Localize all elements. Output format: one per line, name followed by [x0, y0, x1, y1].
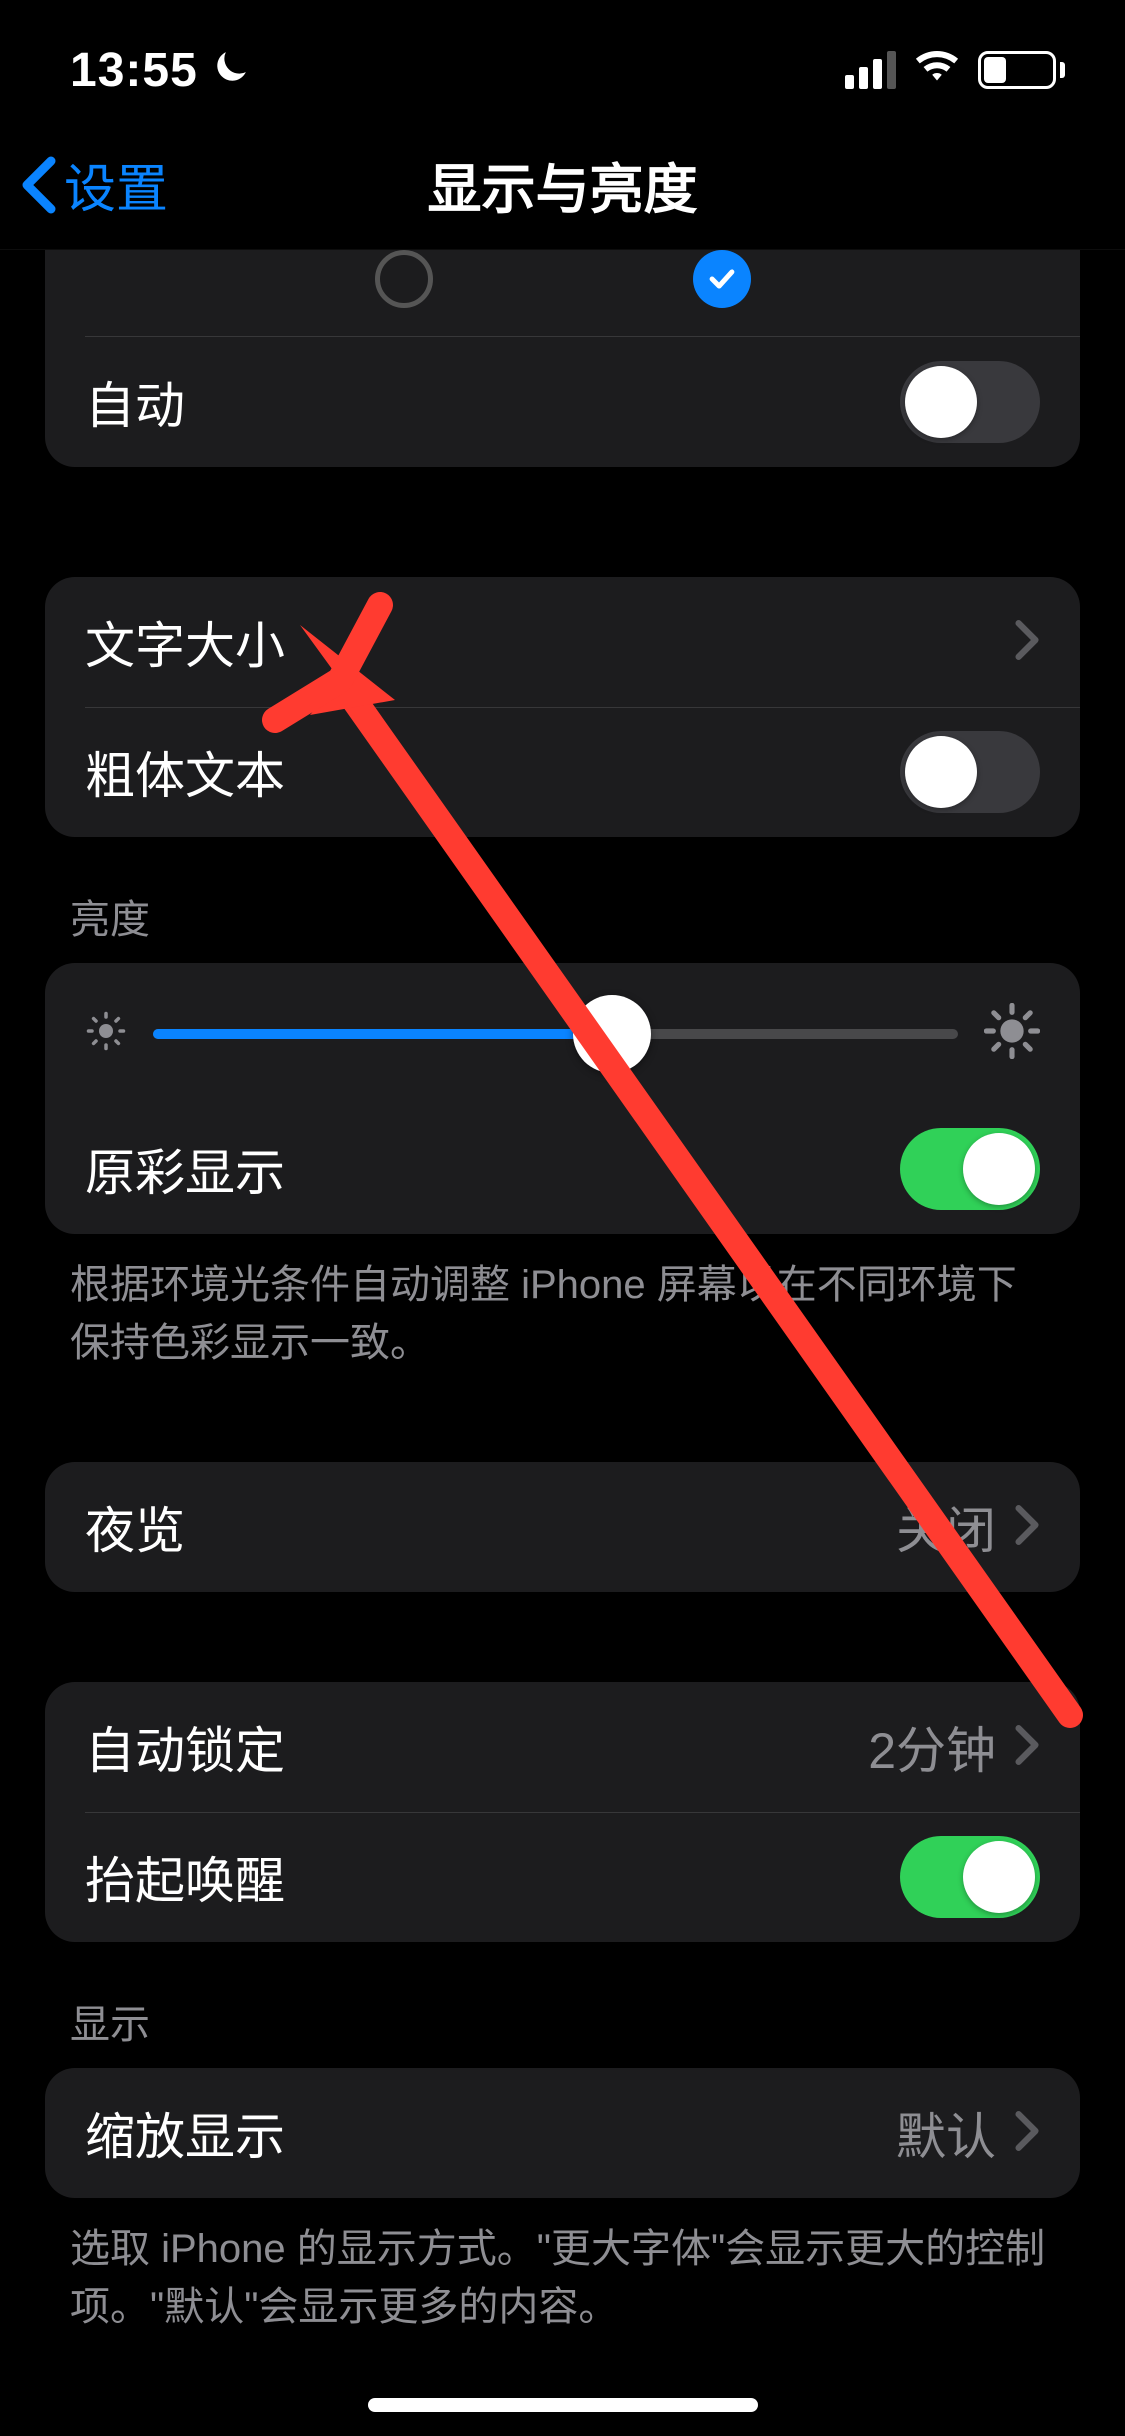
appearance-selector[interactable] — [45, 250, 1080, 336]
display-zoom-value: 默认 — [896, 2097, 996, 2169]
autolock-group: 自动锁定 2分钟 抬起唤醒 — [45, 1682, 1080, 1942]
brightness-slider-row[interactable] — [45, 963, 1080, 1104]
chevron-right-icon — [1014, 1504, 1040, 1551]
auto-appearance-row[interactable]: 自动 — [45, 337, 1080, 467]
chevron-right-icon — [1014, 2110, 1040, 2157]
status-bar: 13:55 27 — [0, 0, 1125, 120]
bold-text-toggle[interactable] — [900, 731, 1040, 813]
chevron-right-icon — [1014, 1724, 1040, 1771]
bold-text-label: 粗体文本 — [85, 736, 900, 808]
status-right: 27 — [845, 45, 1065, 96]
true-tone-row[interactable]: 原彩显示 — [45, 1104, 1080, 1234]
brightness-slider-thumb[interactable] — [573, 995, 651, 1073]
true-tone-toggle[interactable] — [900, 1128, 1040, 1210]
display-zoom-group: 缩放显示 默认 — [45, 2068, 1080, 2198]
text-size-label: 文字大小 — [85, 606, 1014, 678]
wifi-icon — [914, 45, 960, 96]
auto-appearance-label: 自动 — [85, 366, 900, 438]
display-zoom-row[interactable]: 缩放显示 默认 — [45, 2068, 1080, 2198]
bold-text-row[interactable]: 粗体文本 — [45, 707, 1080, 837]
navigation-bar: 设置 显示与亮度 — [0, 120, 1125, 250]
chevron-right-icon — [1014, 619, 1040, 666]
sun-max-icon — [984, 1003, 1040, 1064]
raise-to-wake-toggle[interactable] — [900, 1836, 1040, 1918]
true-tone-label: 原彩显示 — [85, 1133, 900, 1205]
dark-mode-radio[interactable] — [693, 250, 751, 308]
night-shift-row[interactable]: 夜览 关闭 — [45, 1462, 1080, 1592]
auto-appearance-toggle[interactable] — [900, 361, 1040, 443]
page-title: 显示与亮度 — [0, 145, 1125, 224]
light-mode-radio[interactable] — [375, 250, 433, 308]
sun-min-icon — [85, 1010, 127, 1057]
raise-to-wake-row[interactable]: 抬起唤醒 — [45, 1812, 1080, 1942]
night-shift-group: 夜览 关闭 — [45, 1462, 1080, 1592]
cellular-signal-icon — [845, 51, 896, 89]
night-shift-value: 关闭 — [896, 1491, 996, 1563]
text-group: 文字大小 粗体文本 — [45, 577, 1080, 837]
brightness-group: 原彩显示 — [45, 963, 1080, 1234]
display-header: 显示 — [0, 1942, 1125, 2068]
status-left: 13:55 — [70, 43, 250, 98]
home-indicator[interactable] — [368, 2398, 758, 2412]
battery-icon: 27 — [978, 51, 1065, 89]
display-zoom-label: 缩放显示 — [85, 2097, 896, 2169]
raise-to-wake-label: 抬起唤醒 — [85, 1841, 900, 1913]
auto-lock-label: 自动锁定 — [85, 1711, 868, 1783]
brightness-header: 亮度 — [0, 837, 1125, 963]
auto-lock-row[interactable]: 自动锁定 2分钟 — [45, 1682, 1080, 1812]
brightness-slider[interactable] — [153, 1029, 958, 1039]
appearance-group: 自动 — [45, 250, 1080, 467]
status-time: 13:55 — [70, 43, 198, 98]
auto-lock-value: 2分钟 — [868, 1711, 996, 1783]
text-size-row[interactable]: 文字大小 — [45, 577, 1080, 707]
night-shift-label: 夜览 — [85, 1491, 896, 1563]
true-tone-footer: 根据环境光条件自动调整 iPhone 屏幕以在不同环境下保持色彩显示一致。 — [0, 1234, 1125, 1372]
display-zoom-footer: 选取 iPhone 的显示方式。"更大字体"会显示更大的控制项。"默认"会显示更… — [0, 2198, 1125, 2336]
do-not-disturb-icon — [210, 48, 250, 93]
